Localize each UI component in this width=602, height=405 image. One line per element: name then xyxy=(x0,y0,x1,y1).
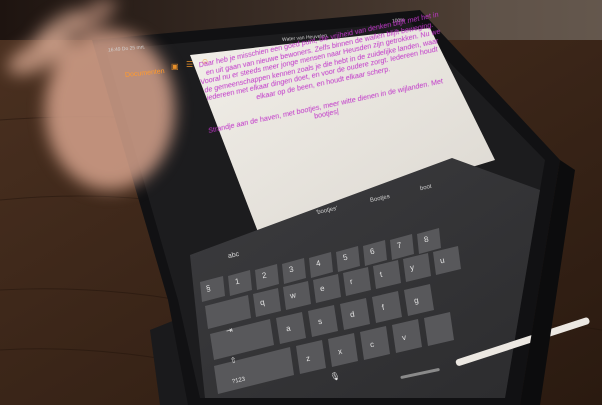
blurred-hand xyxy=(7,0,175,190)
tab-key-icon[interactable]: ⇥ xyxy=(225,325,233,335)
photo-scene: 16:49 Do 25 mrt. 100% Documenten Water v… xyxy=(0,0,602,405)
list-icon[interactable]: ☰ xyxy=(186,60,193,69)
sidebar-icon[interactable]: ▣ xyxy=(171,62,179,71)
key-w[interactable]: w xyxy=(289,290,297,300)
